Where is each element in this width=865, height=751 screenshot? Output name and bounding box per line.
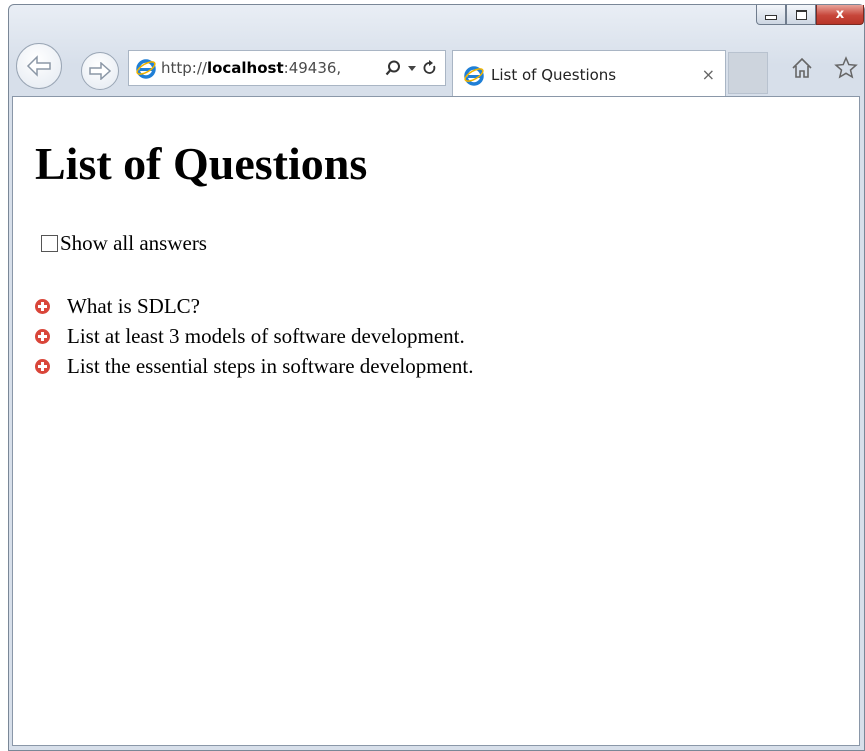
question-list: What is SDLC? List at least 3 models of … <box>35 291 474 381</box>
new-tab-button[interactable] <box>728 52 768 94</box>
minimize-icon <box>765 15 777 20</box>
list-item[interactable]: List at least 3 models of software devel… <box>35 321 474 351</box>
show-all-answers[interactable]: Show all answers <box>41 231 207 256</box>
show-all-label: Show all answers <box>60 231 207 255</box>
url-port: :49436, <box>283 59 342 77</box>
home-icon[interactable] <box>790 56 814 80</box>
star-icon[interactable] <box>834 56 858 80</box>
expand-plus-icon[interactable] <box>35 328 50 344</box>
page-title: List of Questions <box>35 138 368 189</box>
list-item[interactable]: List the essential steps in software dev… <box>35 351 474 381</box>
url-text[interactable]: http://localhost:49436, <box>161 59 361 77</box>
expand-plus-icon[interactable] <box>35 298 50 314</box>
question-text: List the essential steps in software dev… <box>67 353 474 378</box>
ie-logo-icon <box>464 65 484 86</box>
forward-arrow-icon <box>89 62 111 80</box>
ie-logo-icon <box>136 59 156 79</box>
tab-list-of-questions[interactable]: List of Questions × <box>452 50 726 98</box>
search-icon[interactable] <box>385 60 401 76</box>
minimize-button[interactable] <box>756 5 786 25</box>
back-arrow-icon <box>26 55 51 77</box>
tab-title: List of Questions <box>491 65 617 84</box>
list-item[interactable]: What is SDLC? <box>35 291 474 321</box>
show-all-checkbox[interactable] <box>41 235 58 252</box>
maximize-icon <box>795 9 807 20</box>
address-bar[interactable]: http://localhost:49436, <box>128 50 446 86</box>
dropdown-arrow-icon[interactable] <box>407 63 417 73</box>
refresh-icon[interactable] <box>423 60 437 76</box>
question-text: List at least 3 models of software devel… <box>67 323 465 348</box>
maximize-button[interactable] <box>786 5 816 25</box>
close-window-button[interactable]: x <box>816 5 864 25</box>
page-content: List of Questions Show all answers What … <box>12 96 860 746</box>
address-tools <box>385 60 437 76</box>
url-host: localhost <box>206 59 284 77</box>
tab-close-icon[interactable]: × <box>702 65 715 84</box>
back-button[interactable] <box>16 43 62 89</box>
close-icon: x <box>835 7 845 22</box>
forward-button[interactable] <box>81 52 119 90</box>
question-text: What is SDLC? <box>67 293 200 318</box>
window-controls: x <box>756 5 864 31</box>
expand-plus-icon[interactable] <box>35 358 50 374</box>
url-scheme: http:// <box>161 59 207 77</box>
